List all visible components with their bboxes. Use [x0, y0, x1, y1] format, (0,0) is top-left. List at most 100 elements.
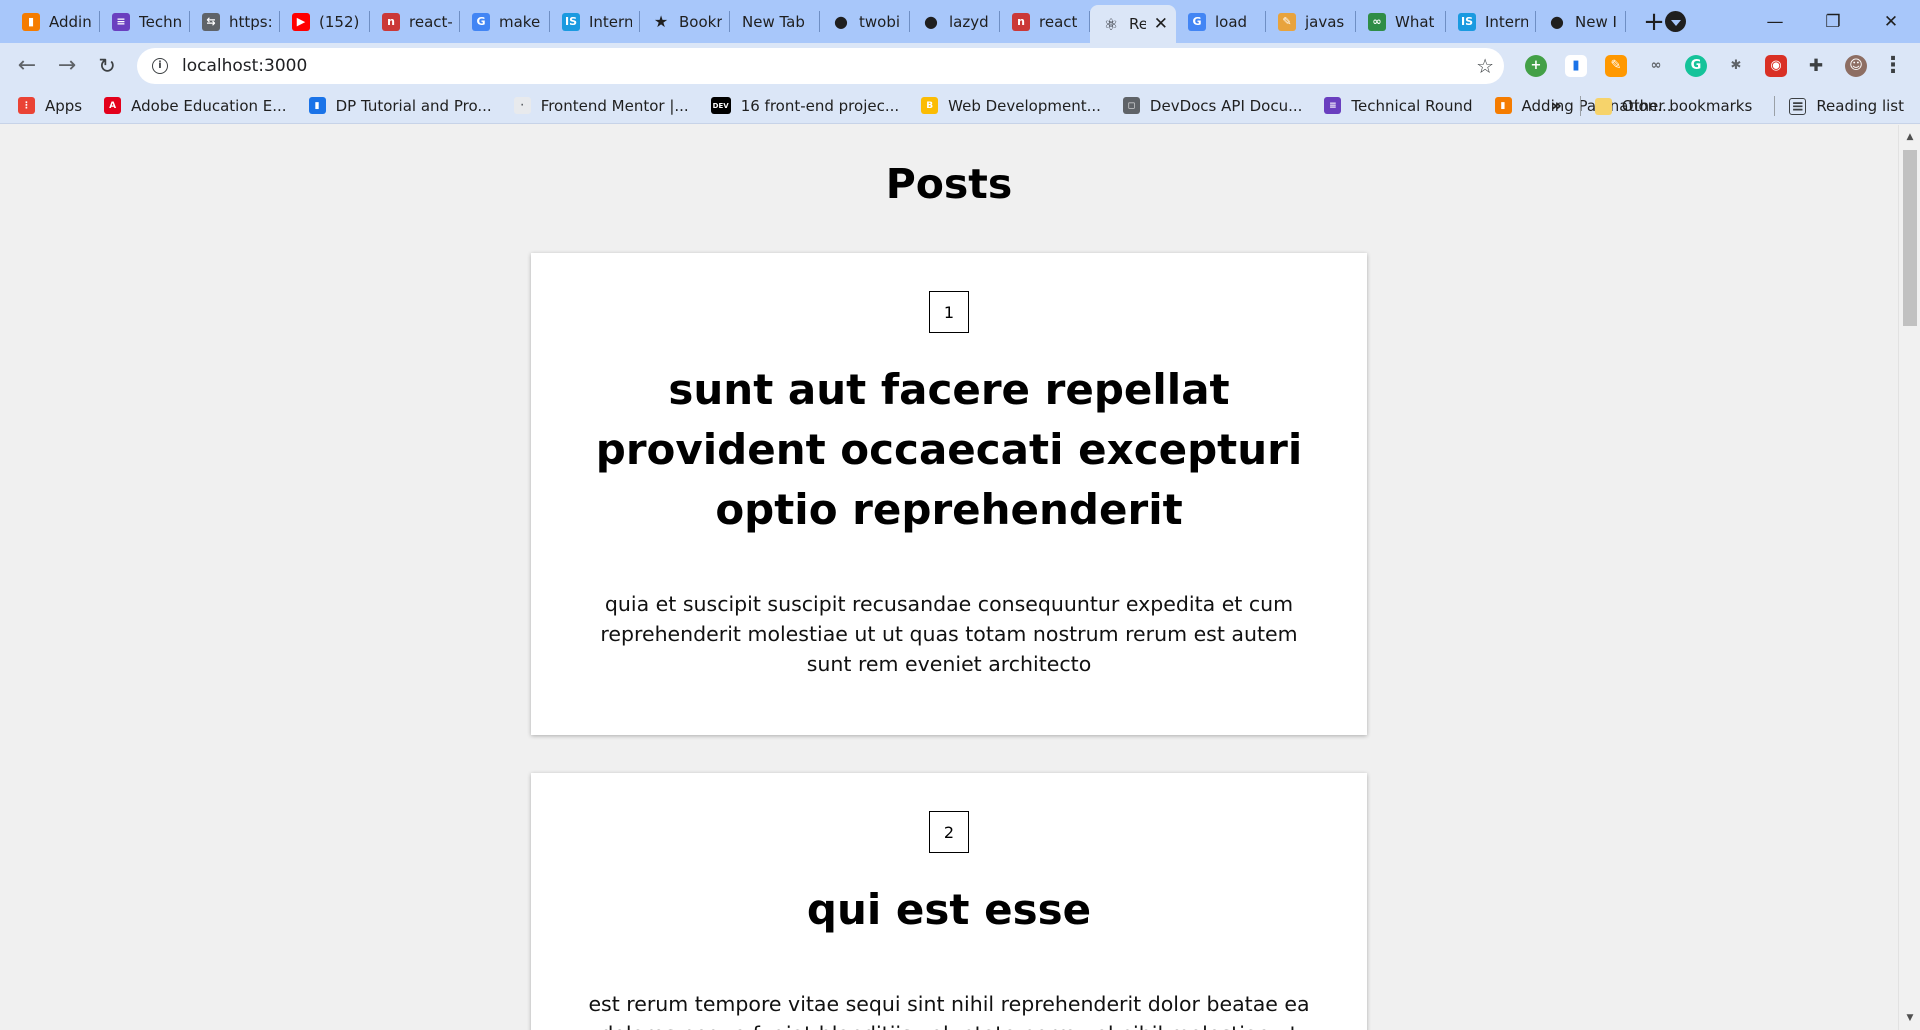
tab[interactable]: IS Intern: [550, 0, 640, 43]
list-app-icon: ≡: [112, 12, 130, 31]
post-title: sunt aut facere repellat provident occae…: [595, 365, 1303, 534]
bookmark-item[interactable]: B Web Development...: [921, 97, 1101, 115]
bookmarks-divider: [1774, 96, 1776, 116]
tab[interactable]: IS Intern: [1446, 0, 1536, 43]
link-extension-icon[interactable]: ∞: [1645, 55, 1667, 77]
react-icon: ⚛: [1103, 14, 1119, 34]
google-icon: G: [472, 12, 490, 31]
list-app-icon: ≡: [1324, 97, 1342, 114]
other-bookmarks-folder[interactable]: Other bookmarks: [1594, 97, 1753, 115]
color-extension-icon[interactable]: ▮: [1565, 54, 1587, 77]
tab[interactable]: New Tab: [730, 0, 820, 43]
reading-list-button[interactable]: ≡ Reading list: [1789, 97, 1904, 115]
frontend-mentor-icon: ·: [513, 97, 531, 114]
tab[interactable]: ★ Bookr: [640, 0, 730, 43]
scroll-down-arrow-icon[interactable]: ▼: [1899, 1009, 1920, 1027]
tab-label: react: [1039, 12, 1078, 31]
bookmark-star-icon[interactable]: ☆: [1476, 54, 1494, 78]
add-extension-icon[interactable]: +: [1525, 54, 1547, 77]
dev-icon: DEV: [710, 97, 731, 114]
page-scrollbar[interactable]: ▲ ▼: [1898, 125, 1920, 1030]
bookmark-label: Adobe Education E...: [131, 96, 287, 115]
extensions-puzzle-icon[interactable]: ✚: [1805, 55, 1827, 77]
apps-grid-icon: ⋮: [18, 97, 35, 114]
tab[interactable]: Gload: [1176, 0, 1266, 43]
tab-label: make: [499, 12, 541, 31]
post-card: 1 sunt aut facere repellat provident occ…: [531, 253, 1367, 735]
window-controls: — ❐ ✕: [1665, 0, 1920, 43]
tab-list: ▮ Addin ≡ Techn ⇆ https: ▶ (152) n react- Gmake IS I…: [0, 0, 1672, 43]
tab-label: Techn: [139, 12, 182, 31]
pencil-extension-icon[interactable]: ✎: [1605, 54, 1627, 77]
bookmark-item[interactable]: · Frontend Mentor |...: [513, 97, 689, 115]
tab-strip: ▮ Addin ≡ Techn ⇆ https: ▶ (152) n react- Gmake IS I…: [0, 0, 1920, 43]
back-button[interactable]: ←: [7, 46, 47, 86]
tab-label: What: [1395, 12, 1435, 31]
scrollbar-thumb[interactable]: [1903, 150, 1917, 326]
close-window-button[interactable]: ✕: [1862, 0, 1920, 43]
tab[interactable]: ✎ javas: [1266, 0, 1356, 43]
bookmark-label: 16 front-end projec...: [740, 96, 900, 115]
browser-menu-icon[interactable]: ⋮: [1882, 54, 1904, 77]
tab-active[interactable]: ⚛ Re ✕: [1090, 5, 1176, 43]
tab[interactable]: ▮ Addin: [10, 0, 100, 43]
tab[interactable]: n react: [1000, 0, 1090, 43]
post-title: qui est esse: [806, 885, 1092, 934]
github-icon: ●: [834, 12, 848, 31]
javascript-icon: ✎: [1278, 12, 1296, 31]
devdocs-icon: ◻: [1122, 97, 1140, 114]
tab-label: New I: [1575, 12, 1617, 31]
other-bookmarks-label: Other bookmarks: [1621, 97, 1753, 115]
internshala-icon: IS: [1458, 12, 1476, 31]
restore-button[interactable]: ❐: [1804, 0, 1862, 43]
bookmark-item[interactable]: ≡ Technical Round: [1324, 97, 1473, 115]
tab-label: twobi: [859, 12, 901, 31]
bookmark-item[interactable]: ⋮ Apps: [18, 97, 82, 115]
google-icon: G: [1188, 12, 1206, 31]
tab-label: New Tab: [742, 12, 805, 31]
folder-icon: [1594, 97, 1612, 115]
site-info-icon[interactable]: i: [152, 57, 168, 74]
scroll-up-arrow-icon[interactable]: ▲: [1899, 128, 1920, 146]
reload-button[interactable]: ↻: [87, 46, 127, 86]
tab-label: Intern: [1485, 12, 1528, 31]
bug-extension-icon[interactable]: ✱: [1725, 55, 1747, 77]
tab[interactable]: Gmake: [460, 0, 550, 43]
tab[interactable]: ⇆ https:: [190, 0, 280, 43]
post-card: 2 qui est esse est rerum tempore vitae s…: [531, 773, 1367, 1030]
internshala-icon: IS: [562, 12, 580, 31]
post-id: 1: [929, 291, 969, 333]
address-bar[interactable]: i localhost:3000 ☆: [137, 47, 1504, 84]
post-id: 2: [929, 811, 969, 853]
close-tab-icon[interactable]: ✕: [1154, 14, 1168, 34]
profile-avatar[interactable]: ☺: [1845, 54, 1867, 77]
post-body: est rerum tempore vitae sequi sint nihil…: [588, 992, 1310, 1030]
tab-search-icon[interactable]: [1665, 11, 1686, 32]
tab[interactable]: ≡ Techn: [100, 0, 190, 43]
url-text[interactable]: localhost:3000: [182, 56, 1476, 76]
geeksforgeeks-icon: ∞: [1368, 12, 1386, 31]
tab[interactable]: ● twobi: [820, 0, 910, 43]
bookmarks-overflow-button[interactable]: »: [1551, 96, 1562, 116]
tab[interactable]: ∞ What: [1356, 0, 1446, 43]
extensions-area: + ▮ ✎ ∞ G ✱ ◉ ✚ ☺: [1516, 54, 1876, 77]
grammarly-icon[interactable]: G: [1685, 54, 1707, 77]
forward-button[interactable]: →: [47, 46, 87, 86]
star-bookmark-icon: ★: [653, 12, 669, 31]
tab-label: Re: [1129, 15, 1146, 33]
tab[interactable]: ▶ (152): [280, 0, 370, 43]
bookmark-item[interactable]: DEV 16 front-end projec...: [710, 96, 900, 115]
tab[interactable]: ● New I: [1536, 0, 1626, 43]
reading-list-label: Reading list: [1816, 97, 1904, 115]
tab[interactable]: n react-: [370, 0, 460, 43]
page-title: Posts: [885, 160, 1013, 208]
red-extension-icon[interactable]: ◉: [1765, 54, 1787, 77]
bookmark-item[interactable]: A Adobe Education E...: [104, 96, 287, 115]
minimize-button[interactable]: —: [1746, 0, 1804, 43]
bookmark-item[interactable]: ◻ DevDocs API Docu...: [1122, 97, 1302, 115]
tab[interactable]: ● lazyd: [910, 0, 1000, 43]
tab-label: Addin: [49, 12, 92, 31]
reading-list-icon: ≡: [1789, 97, 1807, 115]
github-icon: ●: [924, 12, 938, 31]
bookmark-item[interactable]: ▮ DP Tutorial and Pro...: [308, 97, 492, 115]
